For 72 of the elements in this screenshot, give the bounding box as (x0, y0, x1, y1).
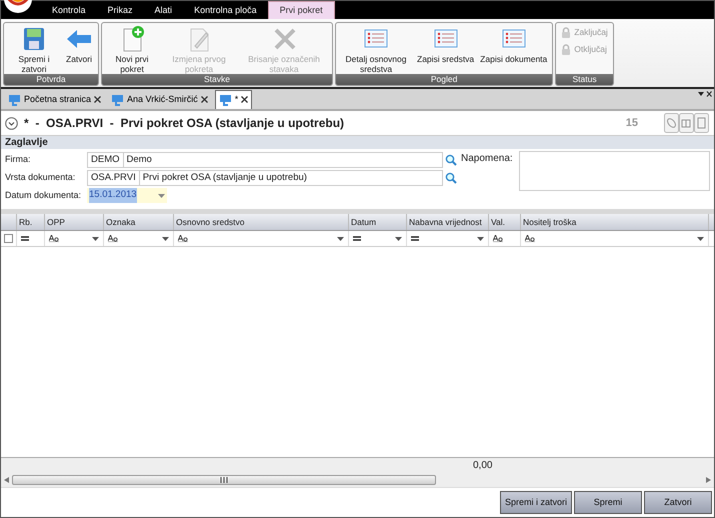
field-label: Vrsta dokumenta: (5, 170, 76, 184)
dropdown-icon[interactable] (162, 236, 169, 240)
document-title: * - OSA.PRVI - Prvi pokret OSA (stavljanje u upotrebu) (24, 115, 344, 132)
dropdown-icon[interactable] (697, 236, 704, 240)
attachment-toolbar-drawing[interactable] (664, 113, 710, 133)
ribbon-button[interactable]: Novi prvi pokret (104, 24, 160, 73)
menu-tab[interactable]: Prikaz (96, 2, 144, 19)
date-field[interactable]: 15.01.2013 (87, 188, 167, 203)
lock-icon (561, 26, 572, 38)
group-title: Potvrda (4, 74, 98, 85)
dropdown-icon[interactable] (395, 236, 402, 240)
column-header[interactable]: OPP (45, 214, 104, 230)
lock-icon (561, 44, 572, 55)
monitor-icon (218, 94, 232, 106)
note-field[interactable] (519, 151, 710, 191)
menu-tab[interactable]: Kontrolna ploča (183, 2, 268, 19)
equals-icon[interactable] (21, 236, 29, 241)
search-icon[interactable] (445, 154, 457, 166)
field-label: Datum dokumenta: (5, 188, 82, 202)
text-filter-icon[interactable] (49, 235, 59, 242)
column-header[interactable]: Nabavna vrijednost (407, 214, 489, 230)
section-header: Zaglavlje (1, 136, 714, 149)
text-filter-icon[interactable] (108, 235, 118, 242)
checkbox[interactable] (4, 234, 13, 243)
dropdown-icon[interactable] (92, 236, 99, 240)
column-header[interactable]: Rb. (17, 214, 45, 230)
column-header[interactable]: Val. (489, 214, 521, 230)
monitor-icon (8, 94, 21, 106)
column-header[interactable]: Oznaka (104, 214, 174, 230)
code-field[interactable]: OSA.PRVI (87, 170, 140, 186)
text-filter-icon[interactable] (525, 235, 535, 242)
group-title: Stavke (102, 74, 332, 85)
dropdown-icon[interactable] (337, 236, 344, 240)
document-tab[interactable]: Početna stranica (5, 90, 104, 109)
field-label: Napomena: (461, 152, 514, 166)
ribbon-button[interactable]: Zapisi sredstva (414, 24, 478, 73)
search-icon[interactable] (445, 172, 457, 184)
ribbon-button[interactable]: Spremi i zatvori (6, 24, 62, 73)
text-filter-icon[interactable] (493, 235, 503, 242)
scrollbar-thumb[interactable] (12, 475, 436, 485)
code-field[interactable]: DEMO (87, 152, 124, 168)
field-label: Firma: (5, 152, 32, 166)
ribbon-button[interactable]: Zatvori (62, 24, 96, 73)
monitor-icon (111, 94, 124, 106)
document-tab[interactable]: Ana Vrkić-Smirčić (108, 90, 211, 109)
dropdown-icon[interactable] (477, 236, 484, 240)
document-number: 15 (626, 116, 638, 131)
collapse-icon[interactable] (5, 116, 18, 130)
footer-button[interactable]: Spremi i zatvori (500, 491, 572, 514)
menu-tab[interactable]: Prvi pokret (268, 1, 335, 19)
column-header[interactable]: Nositelj troška (521, 214, 709, 230)
group-title: Status (556, 74, 613, 85)
value-field[interactable]: Prvi pokret OSA (stavljanje u upotrebu) (140, 170, 443, 186)
total-value: 0,00 (473, 459, 492, 473)
equals-icon[interactable] (353, 236, 361, 241)
footer-button[interactable]: Zatvori (644, 491, 712, 514)
ribbon-button[interactable]: Detalj osnovnog sredstva (338, 24, 414, 73)
tab-strip-controls-icon[interactable] (698, 91, 712, 97)
footer-button[interactable]: Spremi (574, 491, 642, 514)
dropdown-icon[interactable] (158, 194, 165, 198)
text-filter-icon[interactable] (178, 235, 188, 242)
value-field[interactable]: Demo (124, 152, 443, 168)
equals-icon[interactable] (411, 236, 419, 241)
menu-tab[interactable]: Kontrola (41, 2, 97, 19)
document-tab[interactable]: * (214, 90, 252, 109)
column-header[interactable]: Datum (349, 214, 407, 230)
ribbon-button[interactable]: Zapisi dokumenta (477, 24, 550, 73)
scroll-left-icon[interactable] (4, 477, 9, 483)
scroll-right-icon[interactable] (706, 477, 711, 483)
column-header[interactable]: Osnovno sredstvo (174, 214, 349, 230)
group-title: Pogled (336, 74, 552, 85)
menu-tab[interactable]: Alati (144, 2, 184, 19)
